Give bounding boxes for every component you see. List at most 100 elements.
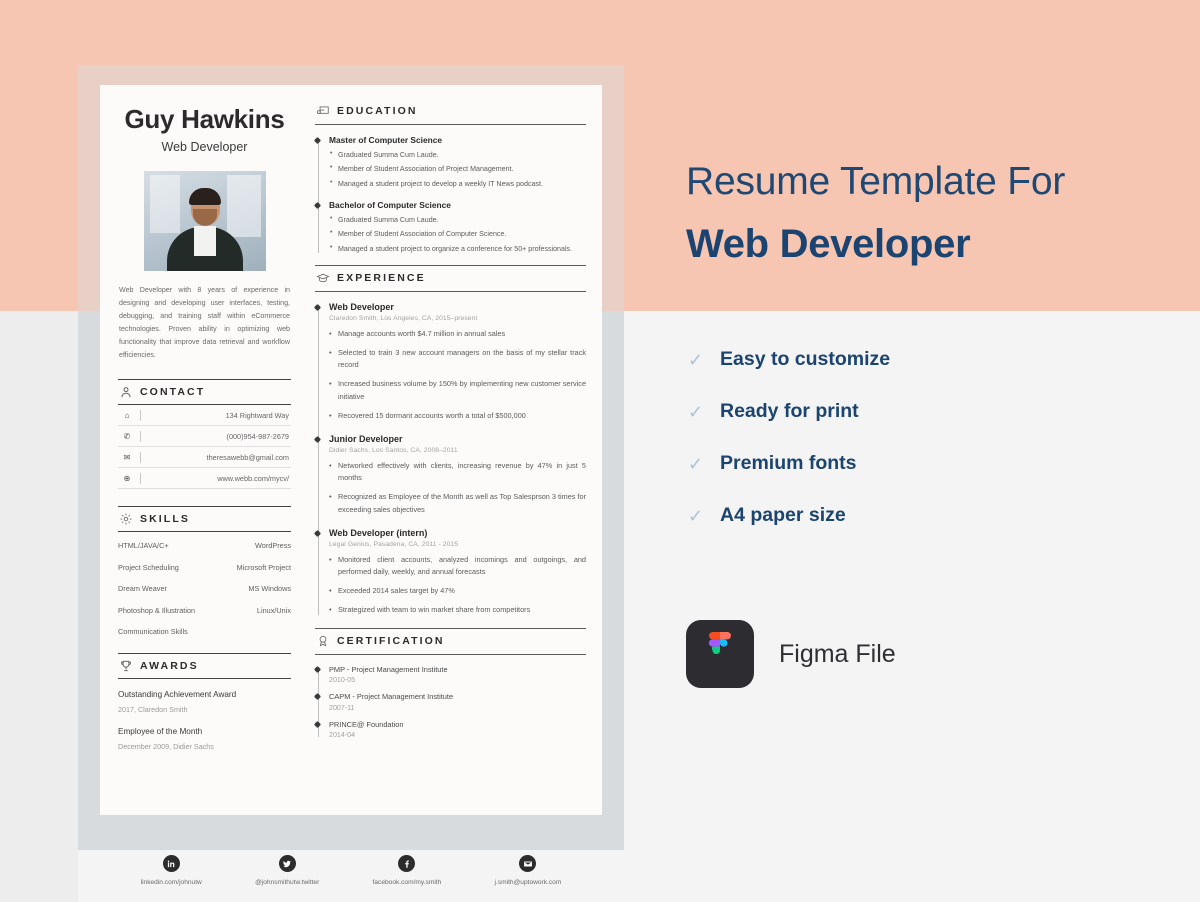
left-gray-strip [0, 311, 78, 902]
social-link-facebook[interactable]: facebook.com/my.smith [372, 855, 442, 886]
skills-section-title: SKILLS [140, 513, 190, 526]
feature-label: Ready for print [720, 400, 859, 422]
resume-left-column: Guy Hawkins Web Developer Web Developer … [100, 85, 305, 815]
bullet: Member of Student Association of Compute… [329, 228, 586, 240]
bullet: Increased business volume by 150% by imp… [329, 377, 586, 404]
bullet: Exceeded 2014 sales target by 47% [329, 584, 586, 598]
contact-row[interactable]: ✆ (000)954-987-2679 [118, 426, 291, 448]
skill-row: Dream Weaver MS Windows [118, 584, 291, 593]
contact-section: CONTACT ⌂ 134 Rightward Way ✆ (000)954-9… [118, 379, 291, 490]
job-title: Web Developer [329, 301, 394, 312]
feature-item: ✓ A4 paper size [688, 504, 890, 527]
experience-item: Junior Developer Didier Sachs, Los Santo… [329, 434, 586, 517]
certification-title: PRINCE@ Foundation [329, 719, 404, 729]
skill-row: HTML/JAVA/C+ WordPress [118, 541, 291, 550]
social-label: linkedin.com/johnutw [140, 879, 202, 886]
linkedin-icon [162, 855, 180, 872]
skills-list: HTML/JAVA/C+ WordPress Project Schedulin… [118, 541, 291, 636]
bullet: Recognized as Employee of the Month as w… [329, 490, 586, 517]
certification-date: 2010-05 [329, 676, 356, 685]
skill-right: WordPress [255, 541, 291, 551]
social-link-twitter[interactable]: @johnsmithutw.twitter [255, 855, 319, 886]
bullet: Graduated Summa Cum Laude. [329, 214, 586, 226]
awards-section-title: AWARDS [140, 660, 199, 673]
skills-section-header: SKILLS [118, 506, 291, 533]
social-link-email[interactable]: j.smith@uptowork.com [494, 855, 562, 886]
skill-right: Linux/Unix [256, 605, 291, 615]
feature-label: A4 paper size [720, 504, 846, 526]
check-icon: ✓ [688, 349, 704, 370]
certification-item: PRINCE@ Foundation 2014-04 [329, 720, 586, 740]
phone-icon: ✆ [123, 431, 131, 441]
award-subtitle: 2017, Claredon Smith [118, 704, 188, 714]
degree-title: Master of Computer Science [329, 135, 443, 145]
contact-row[interactable]: ⌂ 134 Rightward Way [118, 405, 291, 427]
skill-right: Microsoft Project [236, 562, 291, 572]
job-bullets: Networked effectively with clients, incr… [329, 459, 586, 517]
certification-title: CAPM - Project Management Institute [329, 692, 454, 702]
award-ribbon-icon [319, 635, 327, 647]
check-icon: ✓ [688, 401, 704, 422]
social-links-bar: linkedin.com/johnutw @johnsmithutw.twitt… [100, 855, 602, 886]
resume-page[interactable]: Guy Hawkins Web Developer Web Developer … [100, 85, 602, 815]
figma-file-label: Figma File [779, 639, 896, 668]
profile-summary: Web Developer with 8 years of experience… [119, 285, 290, 360]
skill-left: Dream Weaver [118, 584, 167, 594]
education-item: Bachelor of Computer Science Graduated S… [329, 200, 586, 255]
contact-section-title: CONTACT [140, 386, 206, 399]
awards-section-header: AWARDS [118, 653, 291, 680]
candidate-name: Guy Hawkins [124, 104, 285, 134]
figma-logo-icon [686, 620, 754, 688]
skill-right: MS Windows [248, 584, 291, 594]
contact-list: ⌂ 134 Rightward Way ✆ (000)954-987-2679 … [118, 405, 291, 490]
check-icon: ✓ [688, 453, 704, 474]
promo-heading-line1: Resume Template For [686, 160, 1066, 203]
envelope-icon: ✉ [123, 452, 131, 462]
diploma-icon [316, 106, 329, 115]
person-icon [121, 387, 131, 398]
globe-icon: ⊕ [123, 473, 131, 483]
job-meta: Legal Genius, Pasadena, CA, 2011 - 2015 [329, 540, 459, 548]
skill-row: Photoshop & Illustration Linux/Unix [118, 606, 291, 615]
skill-row: Communication Skills [118, 627, 291, 636]
contact-row[interactable]: ⊕ www.webb.com/mycv/ [118, 468, 291, 490]
bullet: Selected to train 3 new account managers… [329, 346, 586, 373]
social-label: j.smith@uptowork.com [494, 879, 562, 886]
bullet: Manage accounts worth $4.7 million in an… [329, 327, 586, 341]
certification-item: CAPM - Project Management Institute 2007… [329, 692, 586, 712]
skill-left: Project Scheduling [118, 562, 179, 572]
candidate-role: Web Developer [161, 139, 248, 154]
award-title: Outstanding Achievement Award [118, 690, 237, 700]
social-label: facebook.com/my.smith [372, 879, 442, 886]
certification-section: CERTIFICATION PMP - Project Management I… [315, 627, 586, 740]
job-title: Web Developer (intern) [329, 527, 428, 538]
home-icon: ⌂ [124, 410, 130, 420]
certification-item: PMP - Project Management Institute 2010-… [329, 665, 586, 685]
social-link-linkedin[interactable]: linkedin.com/johnutw [141, 855, 202, 886]
twitter-icon [278, 855, 296, 872]
feature-item: ✓ Easy to customize [688, 348, 890, 371]
degree-title: Bachelor of Computer Science [329, 199, 451, 210]
facebook-icon [398, 855, 416, 872]
skill-left: Photoshop & Illustration [118, 605, 196, 615]
contact-section-header: CONTACT [118, 379, 291, 406]
skills-section: SKILLS HTML/JAVA/C+ WordPress Project Sc… [118, 506, 291, 636]
awards-section: AWARDS Outstanding Achievement Award 201… [118, 653, 291, 751]
promo-heading-line2: Web Developer [686, 222, 971, 266]
education-section-header: EDUCATION [315, 99, 586, 125]
degree-bullets: Graduated Summa Cum Laude. Member of Stu… [329, 149, 586, 190]
contact-row[interactable]: ✉ theresawebb@gmail.com [118, 447, 291, 469]
trophy-icon [121, 661, 131, 672]
certification-date: 2014-04 [329, 731, 356, 740]
education-item: Master of Computer Science Graduated Sum… [329, 135, 586, 190]
figma-file-badge[interactable]: Figma File [686, 620, 896, 688]
feature-item: ✓ Ready for print [688, 400, 890, 423]
skill-row: Project Scheduling Microsoft Project [118, 563, 291, 572]
bullet: Graduated Summa Cum Laude. [329, 149, 586, 161]
gear-icon [120, 513, 132, 525]
job-bullets: Manage accounts worth $4.7 million in an… [329, 327, 586, 423]
contact-value: 134 Rightward Way [225, 410, 289, 420]
contact-value: www.webb.com/mycv/ [217, 473, 289, 483]
bullet: Monitored client accounts, analyzed inco… [329, 553, 586, 580]
award-item: Employee of the Month December 2009, Did… [118, 727, 291, 751]
